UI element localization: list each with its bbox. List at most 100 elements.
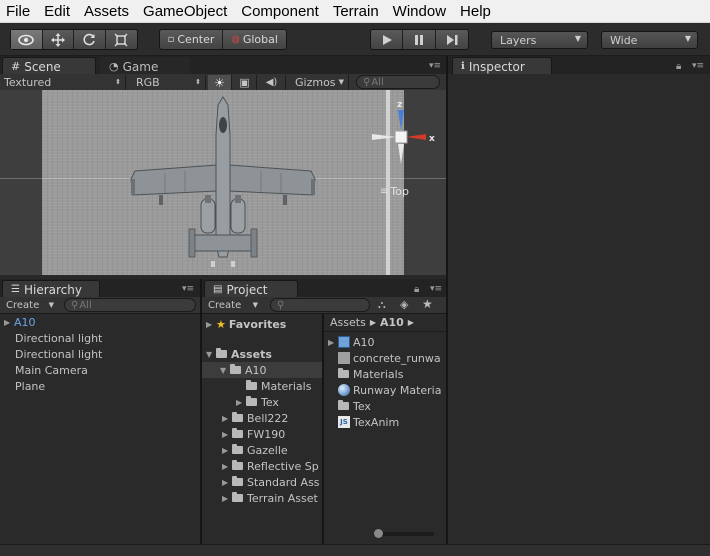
layers-dropdown[interactable]: Layers ▼ xyxy=(491,31,588,49)
file-label: TexAnim xyxy=(353,415,400,429)
folder-row[interactable]: ▶ FW190 xyxy=(222,426,285,442)
expand-arrow-icon: ▶ xyxy=(222,445,229,455)
folder-row-a10[interactable]: ▼ A10 xyxy=(202,362,322,378)
hierarchy-item[interactable]: Directional light xyxy=(15,330,102,346)
breadcrumb-item[interactable]: Assets xyxy=(330,316,366,329)
hierarchy-item[interactable]: Directional light xyxy=(15,346,102,362)
folder-row[interactable]: ▶ Terrain Asset xyxy=(222,490,318,506)
tab-scene[interactable]: # Scene xyxy=(2,57,96,75)
hierarchy-search-input[interactable]: ⚲ All xyxy=(64,298,196,312)
hierarchy-toolbar: Create ▼ ⚲ All xyxy=(0,297,200,314)
pivot-center-button[interactable]: ▫ Center xyxy=(160,30,224,49)
gizmos-dropdown[interactable]: Gizmos ▼ xyxy=(291,75,349,90)
expand-arrow-icon: ▶ xyxy=(236,397,243,407)
hierarchy-create-dropdown[interactable]: Create ▼ xyxy=(2,298,58,313)
icon-size-slider[interactable] xyxy=(374,529,434,538)
updown-arrow-icon: ⬍ xyxy=(115,78,121,86)
sun-icon: ☀ xyxy=(214,75,225,90)
search-icon: ⚲ xyxy=(277,299,285,311)
play-icon[interactable] xyxy=(371,30,404,49)
assets-row[interactable]: ▼ Assets xyxy=(206,346,272,362)
menu-window[interactable]: Window xyxy=(386,3,453,20)
expand-arrow-icon: ▶ xyxy=(206,319,213,329)
lock-icon[interactable]: 🔒︎ xyxy=(676,61,681,72)
panel-menu-icon[interactable]: ▾≡ xyxy=(692,61,704,71)
folder-row[interactable]: ▶ Gazelle xyxy=(222,442,288,458)
main-toolbar: ▫ Center ◍ Global Layers ▼ Wide ▼ xyxy=(0,23,710,56)
render-mode-dropdown[interactable]: Textured ⬍ xyxy=(0,75,126,90)
folder-label: Standard Ass xyxy=(247,475,320,489)
file-item[interactable]: Tex xyxy=(338,398,371,414)
filter-type-icon[interactable]: ⛬ xyxy=(378,298,386,312)
rotate-icon[interactable] xyxy=(74,30,106,49)
tab-scene-label: Scene xyxy=(24,59,61,74)
panel-menu-icon[interactable]: ▾≡ xyxy=(429,61,441,71)
scene-lighting-toggle[interactable]: ☀ xyxy=(208,75,232,90)
axis-z-label: z xyxy=(397,100,402,110)
a10-aircraft[interactable] xyxy=(125,95,321,267)
hand-icon[interactable] xyxy=(11,30,43,49)
pivot-toggles: ▫ Center ◍ Global xyxy=(159,29,287,50)
folder-row[interactable]: ▶ Bell222 xyxy=(222,410,288,426)
menu-edit[interactable]: Edit xyxy=(37,3,77,20)
step-icon[interactable] xyxy=(436,30,468,49)
tab-inspector[interactable]: ℹ Inspector xyxy=(452,57,552,75)
scene-orientation-gizmo[interactable]: z x xyxy=(366,96,440,170)
lock-icon[interactable]: 🔒︎ xyxy=(414,284,419,295)
breadcrumb-item[interactable]: A10 xyxy=(380,316,404,329)
file-item[interactable]: JS TexAnim xyxy=(338,414,399,430)
project-tab-bar: ▤ Project 🔒︎ ▾≡ xyxy=(202,279,446,298)
tab-project-label: Project xyxy=(226,282,268,297)
favorites-row[interactable]: ▶ ★ Favorites xyxy=(206,316,286,332)
hierarchy-item[interactable]: Plane xyxy=(15,378,45,394)
audio-icon: ◀) xyxy=(265,77,278,88)
scene-search-input[interactable]: ⚲ All xyxy=(356,75,440,89)
panel-menu-icon[interactable]: ▾≡ xyxy=(182,284,194,294)
hierarchy-item-label: Directional light xyxy=(15,331,103,345)
scene-toolbar: Textured ⬍ RGB ⬍ ☀ ▣ ◀) Gizmos ▼ ⚲ All xyxy=(0,74,446,91)
menu-gameobject[interactable]: GameObject xyxy=(136,3,234,20)
folder-icon xyxy=(232,476,243,486)
menu-assets[interactable]: Assets xyxy=(77,3,136,20)
move-icon[interactable] xyxy=(43,30,74,49)
file-item[interactable]: concrete_runwa xyxy=(338,350,441,366)
hierarchy-search-placeholder: All xyxy=(79,299,92,311)
pause-icon[interactable] xyxy=(403,30,436,49)
layout-dropdown[interactable]: Wide ▼ xyxy=(601,31,698,49)
file-item[interactable]: Materials xyxy=(338,366,403,382)
pivot-global-button[interactable]: ◍ Global xyxy=(223,30,286,49)
folder-icon xyxy=(230,364,241,374)
tab-hierarchy[interactable]: ☰ Hierarchy xyxy=(2,280,100,298)
view-label[interactable]: ≡ Top xyxy=(380,185,409,198)
tab-project[interactable]: ▤ Project xyxy=(204,280,298,298)
hierarchy-item[interactable]: ▶ A10 xyxy=(4,314,36,330)
panel-menu-icon[interactable]: ▾≡ xyxy=(430,284,442,294)
scale-icon[interactable] xyxy=(106,30,137,49)
menu-terrain[interactable]: Terrain xyxy=(326,3,386,20)
scene-fx-toggle[interactable]: ▣ xyxy=(233,75,257,90)
global-icon: ◍ xyxy=(231,34,240,45)
tab-game[interactable]: ◔ Game xyxy=(100,57,190,75)
scene-view[interactable]: z x ≡ Top xyxy=(0,90,446,275)
expand-arrow-icon: ▶ xyxy=(222,461,229,471)
project-create-dropdown[interactable]: Create ▼ xyxy=(204,298,262,313)
filter-label-icon[interactable]: ◈ xyxy=(400,298,408,311)
menu-component[interactable]: Component xyxy=(234,3,326,20)
menu-file[interactable]: File xyxy=(0,3,37,20)
file-label: Materials xyxy=(353,367,404,381)
color-mode-dropdown[interactable]: RGB ⬍ xyxy=(132,75,206,90)
file-item[interactable]: ▶ A10 xyxy=(328,334,375,350)
folder-row[interactable]: ▶ Reflective Sp xyxy=(222,458,319,474)
favorite-star-icon[interactable]: ★ xyxy=(422,297,433,311)
project-search-input[interactable]: ⚲ xyxy=(270,298,370,312)
folder-row[interactable]: ▶ Tex xyxy=(236,394,279,410)
create-label: Create xyxy=(6,300,40,311)
slider-thumb[interactable] xyxy=(374,529,383,538)
file-item[interactable]: Runway Materia xyxy=(338,382,441,398)
dropdown-arrow-icon: ▼ xyxy=(338,78,344,86)
folder-row[interactable]: Materials xyxy=(246,378,311,394)
menu-help[interactable]: Help xyxy=(453,3,498,20)
hierarchy-item[interactable]: Main Camera xyxy=(15,362,88,378)
folder-row[interactable]: ▶ Standard Ass xyxy=(222,474,320,490)
scene-audio-toggle[interactable]: ◀) xyxy=(258,75,286,90)
